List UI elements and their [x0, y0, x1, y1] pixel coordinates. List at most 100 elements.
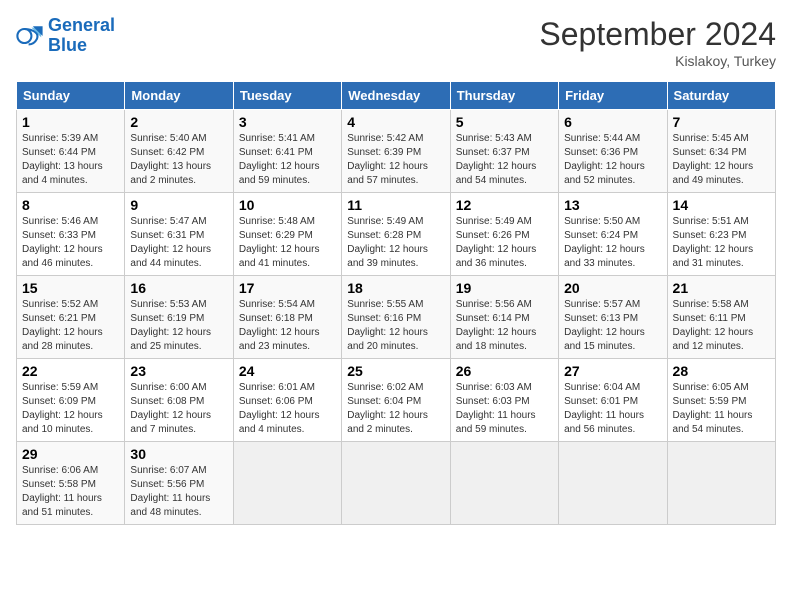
day-number: 30: [130, 446, 227, 462]
calendar-cell: 15 Sunrise: 5:52 AM Sunset: 6:21 PM Dayli…: [17, 276, 125, 359]
col-header-sunday: Sunday: [17, 82, 125, 110]
col-header-wednesday: Wednesday: [342, 82, 450, 110]
day-info: Sunrise: 5:41 AM Sunset: 6:41 PM Dayligh…: [239, 132, 336, 188]
day-number: 5: [456, 114, 553, 130]
day-number: 2: [130, 114, 227, 130]
calendar-cell: 7 Sunrise: 5:45 AM Sunset: 6:34 PM Daylig…: [667, 110, 775, 193]
calendar-cell: 24Sunrise: 6:01 AM Sunset: 6:06 PM Dayli…: [233, 359, 341, 442]
calendar-cell: 21Sunrise: 5:58 AM Sunset: 6:11 PM Dayli…: [667, 276, 775, 359]
day-number: 1: [22, 114, 119, 130]
day-number: 29: [22, 446, 119, 462]
calendar-cell: 10Sunrise: 5:48 AM Sunset: 6:29 PM Dayli…: [233, 193, 341, 276]
calendar-week-4: 22 Sunrise: 5:59 AM Sunset: 6:09 PM Dayli…: [17, 359, 776, 442]
calendar-cell: 12 Sunrise: 5:49 AM Sunset: 6:26 PM Dayli…: [450, 193, 558, 276]
calendar-cell: 5 Sunrise: 5:43 AM Sunset: 6:37 PM Daylig…: [450, 110, 558, 193]
day-info: Sunrise: 6:00 AM Sunset: 6:08 PM Dayligh…: [130, 381, 227, 437]
day-info: Sunrise: 6:06 AM Sunset: 5:58 PM Dayligh…: [22, 464, 119, 520]
calendar-cell: 18Sunrise: 5:55 AM Sunset: 6:16 PM Dayli…: [342, 276, 450, 359]
calendar-cell: [233, 442, 341, 525]
day-info: Sunrise: 5:40 AM Sunset: 6:42 PM Dayligh…: [130, 132, 227, 188]
day-info: Sunrise: 5:43 AM Sunset: 6:37 PM Dayligh…: [456, 132, 553, 188]
calendar-header-row: SundayMondayTuesdayWednesdayThursdayFrid…: [17, 82, 776, 110]
calendar-week-3: 15 Sunrise: 5:52 AM Sunset: 6:21 PM Dayli…: [17, 276, 776, 359]
day-number: 15: [22, 280, 119, 296]
page-header: General Blue September 2024 Kislakoy, Tu…: [16, 16, 776, 69]
title-block: September 2024 Kislakoy, Turkey: [539, 16, 776, 69]
calendar-cell: 3 Sunrise: 5:41 AM Sunset: 6:41 PM Daylig…: [233, 110, 341, 193]
calendar-cell: 23 Sunrise: 6:00 AM Sunset: 6:08 PM Dayli…: [125, 359, 233, 442]
day-info: Sunrise: 5:57 AM Sunset: 6:13 PM Dayligh…: [564, 298, 661, 354]
calendar-cell: 11 Sunrise: 5:49 AM Sunset: 6:28 PM Dayli…: [342, 193, 450, 276]
day-info: Sunrise: 6:03 AM Sunset: 6:03 PM Dayligh…: [456, 381, 553, 437]
calendar-cell: 20 Sunrise: 5:57 AM Sunset: 6:13 PM Dayli…: [559, 276, 667, 359]
calendar-cell: 6Sunrise: 5:44 AM Sunset: 6:36 PM Daylig…: [559, 110, 667, 193]
calendar-week-2: 8Sunrise: 5:46 AM Sunset: 6:33 PM Daylig…: [17, 193, 776, 276]
day-number: 7: [673, 114, 770, 130]
day-number: 23: [130, 363, 227, 379]
location-subtitle: Kislakoy, Turkey: [539, 53, 776, 69]
day-number: 25: [347, 363, 444, 379]
calendar-cell: 13 Sunrise: 5:50 AM Sunset: 6:24 PM Dayli…: [559, 193, 667, 276]
day-info: Sunrise: 6:04 AM Sunset: 6:01 PM Dayligh…: [564, 381, 661, 437]
calendar-cell: 4 Sunrise: 5:42 AM Sunset: 6:39 PM Daylig…: [342, 110, 450, 193]
calendar-body: 1 Sunrise: 5:39 AM Sunset: 6:44 PM Daylig…: [17, 110, 776, 525]
day-number: 16: [130, 280, 227, 296]
logo-icon: [16, 22, 44, 50]
col-header-tuesday: Tuesday: [233, 82, 341, 110]
day-number: 10: [239, 197, 336, 213]
calendar-cell: 14 Sunrise: 5:51 AM Sunset: 6:23 PM Dayli…: [667, 193, 775, 276]
day-number: 14: [673, 197, 770, 213]
calendar-table: SundayMondayTuesdayWednesdayThursdayFrid…: [16, 81, 776, 525]
day-info: Sunrise: 5:52 AM Sunset: 6:21 PM Dayligh…: [22, 298, 119, 354]
day-number: 20: [564, 280, 661, 296]
day-number: 4: [347, 114, 444, 130]
calendar-cell: 2 Sunrise: 5:40 AM Sunset: 6:42 PM Daylig…: [125, 110, 233, 193]
calendar-cell: 8Sunrise: 5:46 AM Sunset: 6:33 PM Daylig…: [17, 193, 125, 276]
month-title: September 2024: [539, 16, 776, 53]
calendar-cell: [342, 442, 450, 525]
day-number: 11: [347, 197, 444, 213]
logo-general: General: [48, 16, 115, 36]
day-info: Sunrise: 5:51 AM Sunset: 6:23 PM Dayligh…: [673, 215, 770, 271]
day-info: Sunrise: 5:50 AM Sunset: 6:24 PM Dayligh…: [564, 215, 661, 271]
calendar-cell: 25Sunrise: 6:02 AM Sunset: 6:04 PM Dayli…: [342, 359, 450, 442]
day-info: Sunrise: 5:53 AM Sunset: 6:19 PM Dayligh…: [130, 298, 227, 354]
calendar-cell: 29 Sunrise: 6:06 AM Sunset: 5:58 PM Dayli…: [17, 442, 125, 525]
day-info: Sunrise: 5:49 AM Sunset: 6:28 PM Dayligh…: [347, 215, 444, 271]
col-header-thursday: Thursday: [450, 82, 558, 110]
calendar-cell: 16 Sunrise: 5:53 AM Sunset: 6:19 PM Dayli…: [125, 276, 233, 359]
calendar-week-5: 29 Sunrise: 6:06 AM Sunset: 5:58 PM Dayli…: [17, 442, 776, 525]
calendar-cell: [667, 442, 775, 525]
day-number: 3: [239, 114, 336, 130]
day-info: Sunrise: 5:59 AM Sunset: 6:09 PM Dayligh…: [22, 381, 119, 437]
day-number: 9: [130, 197, 227, 213]
day-number: 13: [564, 197, 661, 213]
calendar-cell: [559, 442, 667, 525]
calendar-cell: [450, 442, 558, 525]
day-info: Sunrise: 5:45 AM Sunset: 6:34 PM Dayligh…: [673, 132, 770, 188]
calendar-cell: 30 Sunrise: 6:07 AM Sunset: 5:56 PM Dayli…: [125, 442, 233, 525]
col-header-friday: Friday: [559, 82, 667, 110]
day-number: 26: [456, 363, 553, 379]
day-info: Sunrise: 5:42 AM Sunset: 6:39 PM Dayligh…: [347, 132, 444, 188]
logo: General Blue: [16, 16, 115, 56]
col-header-monday: Monday: [125, 82, 233, 110]
calendar-cell: 9 Sunrise: 5:47 AM Sunset: 6:31 PM Daylig…: [125, 193, 233, 276]
day-info: Sunrise: 5:39 AM Sunset: 6:44 PM Dayligh…: [22, 132, 119, 188]
logo-blue: Blue: [48, 36, 115, 56]
day-number: 12: [456, 197, 553, 213]
day-info: Sunrise: 5:54 AM Sunset: 6:18 PM Dayligh…: [239, 298, 336, 354]
day-number: 18: [347, 280, 444, 296]
day-info: Sunrise: 5:49 AM Sunset: 6:26 PM Dayligh…: [456, 215, 553, 271]
day-number: 19: [456, 280, 553, 296]
day-number: 21: [673, 280, 770, 296]
calendar-cell: 28Sunrise: 6:05 AM Sunset: 5:59 PM Dayli…: [667, 359, 775, 442]
day-number: 22: [22, 363, 119, 379]
day-info: Sunrise: 5:56 AM Sunset: 6:14 PM Dayligh…: [456, 298, 553, 354]
calendar-cell: 1 Sunrise: 5:39 AM Sunset: 6:44 PM Daylig…: [17, 110, 125, 193]
day-info: Sunrise: 6:07 AM Sunset: 5:56 PM Dayligh…: [130, 464, 227, 520]
day-number: 24: [239, 363, 336, 379]
day-number: 8: [22, 197, 119, 213]
day-info: Sunrise: 6:05 AM Sunset: 5:59 PM Dayligh…: [673, 381, 770, 437]
day-info: Sunrise: 5:47 AM Sunset: 6:31 PM Dayligh…: [130, 215, 227, 271]
